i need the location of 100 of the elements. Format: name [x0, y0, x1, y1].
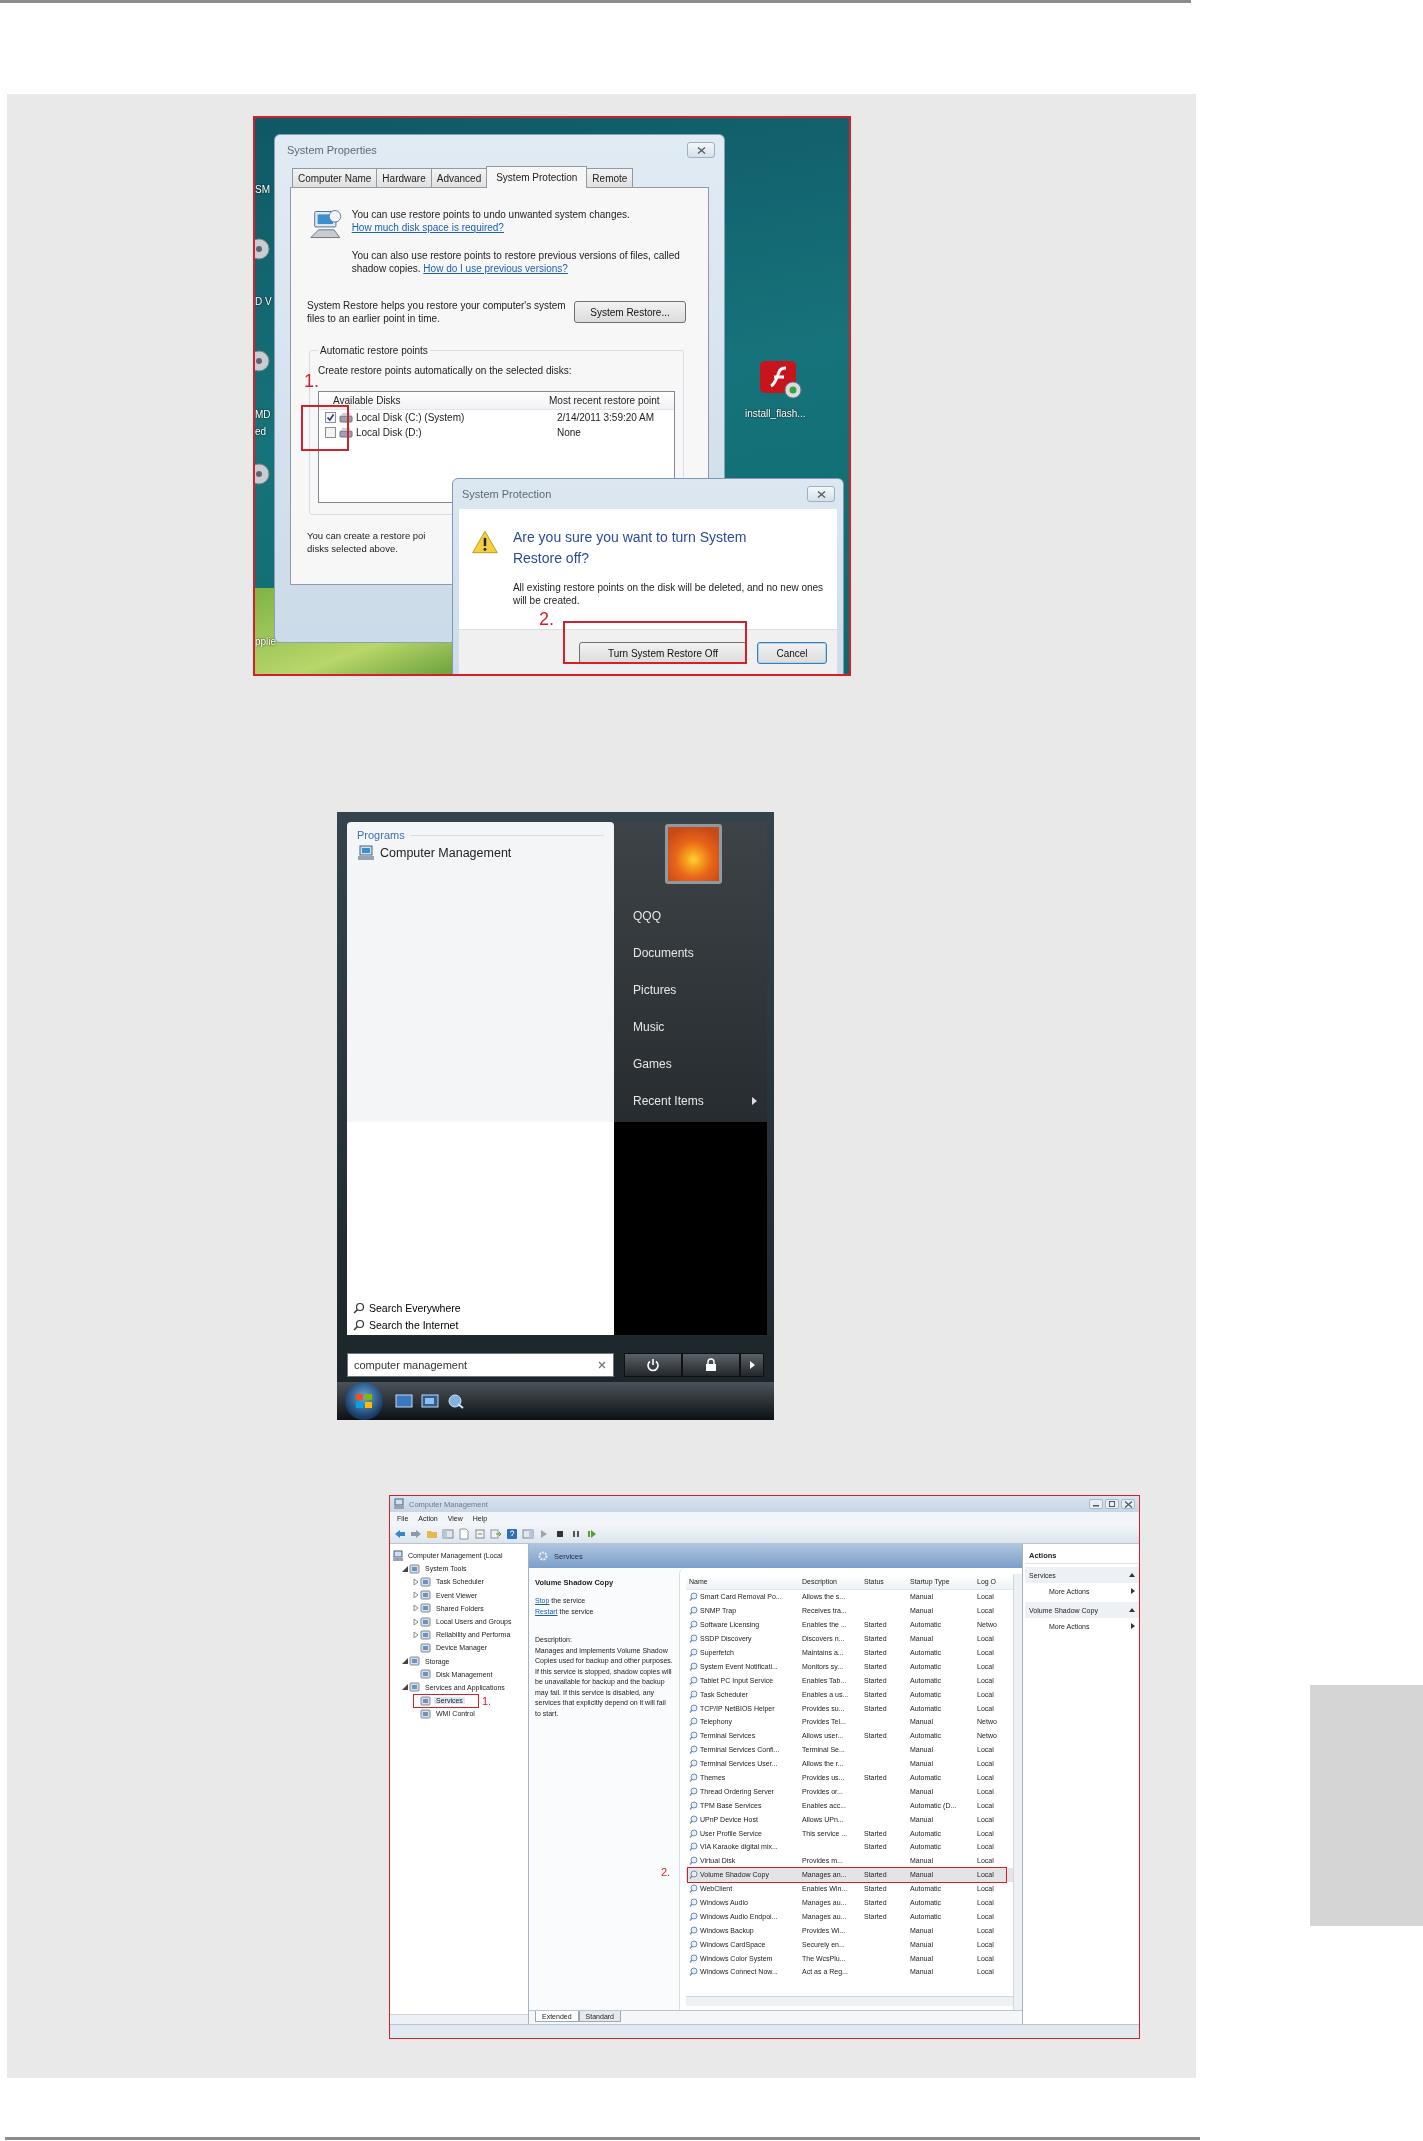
forward-arrow-icon[interactable]	[410, 1527, 422, 1540]
console-icon	[420, 1668, 432, 1681]
window-title: System Properties	[287, 144, 377, 156]
console-icon	[420, 1602, 432, 1615]
magnifier-icon	[689, 1620, 698, 1630]
system-restore-button[interactable]: System Restore...	[574, 301, 686, 323]
icon-label[interactable]: ed	[255, 426, 267, 437]
dialog-button[interactable]: Turn System Restore Off	[579, 642, 747, 664]
help-link[interactable]: How do I use previous versions?	[423, 263, 568, 274]
horizontal-scrollbar[interactable]	[686, 1996, 1013, 2006]
menu-item[interactable]: Recent Items	[633, 1082, 767, 1119]
windows-icon[interactable]	[421, 1393, 439, 1409]
step-number: 1.	[482, 1695, 492, 1707]
console-icon	[409, 1681, 421, 1694]
disk-name: Local Disk (D:)	[355, 427, 423, 438]
computer-icon	[393, 1498, 405, 1510]
dialog-question: Are you sure you want to turn System Restore off?	[512, 528, 748, 568]
help-link[interactable]: How much disk space is required?	[351, 222, 504, 233]
console-icon	[420, 1641, 432, 1654]
lock-button[interactable]	[682, 1353, 740, 1377]
installer-icon[interactable]	[759, 358, 803, 400]
submenu-arrow-icon	[1131, 1588, 1135, 1594]
tab[interactable]: System Protection	[486, 166, 588, 188]
magnifier-icon	[689, 1675, 698, 1685]
magnifier-icon	[689, 1689, 698, 1699]
magnifier-icon	[689, 1939, 698, 1949]
minimize-button[interactable]	[1089, 1499, 1103, 1509]
collapse-caret-icon	[1129, 1573, 1135, 1577]
maximize-button[interactable]	[1105, 1499, 1119, 1509]
step-number: 2.	[661, 1866, 671, 1878]
menu-item[interactable]: Games	[633, 1045, 767, 1082]
restore-point-time: None	[557, 427, 581, 438]
back-arrow-icon[interactable]	[394, 1527, 406, 1540]
magnifier-icon	[689, 1745, 698, 1755]
tab[interactable]: Remote	[586, 168, 634, 187]
console-icon	[409, 1562, 421, 1575]
checkbox[interactable]	[325, 412, 336, 423]
lock-icon	[705, 1358, 717, 1372]
magnifier-icon	[689, 1828, 698, 1838]
highlight-frame	[301, 405, 349, 451]
magnifier-icon	[689, 1786, 698, 1796]
icon-label[interactable]: SM	[255, 184, 270, 195]
computer-icon	[357, 845, 375, 861]
drive-icon	[339, 412, 353, 423]
program-result[interactable]: Computer Management	[357, 845, 512, 861]
close-button[interactable]	[687, 142, 715, 158]
tab[interactable]: Hardware	[376, 168, 432, 187]
export-icon[interactable]	[490, 1527, 502, 1540]
menu-item[interactable]: Pictures	[633, 971, 767, 1008]
properties-icon[interactable]	[474, 1527, 486, 1540]
restore-point-time: 2/14/2011 3:59:20 AM	[557, 412, 655, 423]
menu-item[interactable]: Documents	[633, 934, 767, 971]
icon-label[interactable]: D V	[255, 296, 272, 307]
submenu-arrow-icon	[1131, 1623, 1135, 1629]
search-field[interactable]: computer management	[347, 1353, 614, 1377]
clear-icon[interactable]	[598, 1361, 606, 1369]
globe-icon[interactable]	[447, 1393, 465, 1409]
start-button[interactable]	[345, 1382, 383, 1420]
disk-name: Local Disk (C:) (System)	[355, 412, 466, 423]
magnifier-icon	[689, 1634, 698, 1644]
expand-arrow-icon[interactable]	[402, 1565, 408, 1572]
gear-icon	[537, 1550, 549, 1562]
search-link[interactable]: Search Everywhere	[353, 1302, 461, 1314]
tab[interactable]: Computer Name	[292, 168, 378, 187]
magnifier-icon	[689, 1925, 698, 1935]
help-icon[interactable]	[506, 1527, 518, 1540]
search-link[interactable]: Search the Internet	[353, 1319, 459, 1331]
magnifier-icon	[689, 1842, 698, 1852]
power-button[interactable]	[624, 1353, 682, 1377]
close-button[interactable]	[1121, 1499, 1135, 1509]
options-button[interactable]	[740, 1353, 764, 1377]
column-header[interactable]: Available Disks	[319, 395, 549, 406]
magnifier-icon	[689, 1759, 698, 1769]
flag-icon	[355, 1393, 373, 1409]
desktop-icon[interactable]	[395, 1393, 413, 1409]
drive-icon	[339, 427, 353, 438]
vertical-scrollbar[interactable]	[1013, 1574, 1022, 2010]
checkbox[interactable]	[325, 427, 336, 438]
magnifier-icon	[689, 1606, 698, 1616]
highlight-frame	[413, 1694, 479, 1708]
group-title: Automatic restore points	[319, 345, 429, 356]
menu-item[interactable]: QQQ	[633, 897, 767, 934]
dialog-title: System Protection	[462, 488, 552, 500]
dialog-button[interactable]: Cancel	[757, 642, 827, 664]
arrow-icon	[749, 1361, 755, 1369]
close-button[interactable]	[807, 486, 835, 502]
tab[interactable]: Advanced	[430, 168, 488, 187]
magnifier-icon	[689, 1898, 698, 1908]
restart-icon[interactable]	[586, 1527, 598, 1540]
expand-arrow-icon[interactable]	[402, 1658, 408, 1665]
expand-arrow-icon[interactable]	[402, 1684, 408, 1691]
menu-item[interactable]: Music	[633, 1008, 767, 1045]
icon-label[interactable]: install_flash...	[745, 408, 806, 419]
horizontal-scrollbar[interactable]	[390, 2014, 528, 2024]
column-header[interactable]: Most recent restore point	[549, 395, 660, 406]
console-icon	[420, 1575, 432, 1588]
power-icon	[646, 1358, 660, 1372]
console-icon	[409, 1655, 421, 1668]
icon-label[interactable]: MD	[255, 409, 271, 420]
restore-description: System Restore helps you restore your computer's system files to an earlier point in time.	[307, 299, 567, 325]
